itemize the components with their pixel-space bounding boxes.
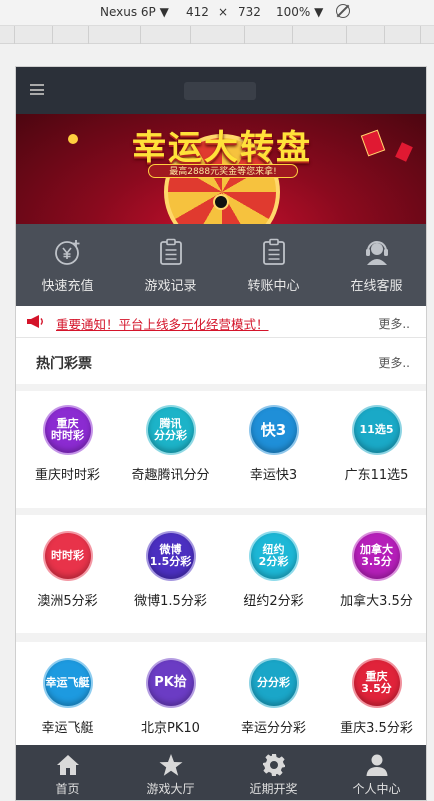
quicknav-label: 转账中心 — [247, 279, 300, 294]
app-header — [16, 67, 426, 114]
lottery-label: 重庆时时彩 — [34, 468, 100, 483]
hot-more-link[interactable]: 更多.. — [378, 354, 410, 371]
lottery-label: 广东11选5 — [344, 468, 409, 483]
lottery-logo-icon: 重庆 3.5分 — [351, 658, 402, 708]
lottery-logo-icon: 幸运飞艇 — [42, 658, 93, 708]
lottery-logo-icon: 腾讯 分分彩 — [145, 405, 196, 455]
lottery-row: 幸运飞艇 幸运飞艇 PK拾 北京PK10 分分彩 幸运分分彩 重庆 3.5分 重… — [16, 642, 426, 745]
tab-label: 个人中心 — [352, 782, 401, 796]
headset-icon — [365, 241, 388, 265]
lottery-tile[interactable]: 快3 幸运快3 — [222, 405, 325, 508]
lottery-logo-icon: 时时彩 — [42, 531, 93, 581]
lottery-label: 加拿大3.5分 — [340, 594, 413, 609]
zoom-select[interactable]: 100% ▼ — [276, 5, 323, 19]
hamburger-menu-icon[interactable] — [30, 84, 44, 95]
lottery-tile[interactable]: 时时彩 澳洲5分彩 — [16, 531, 119, 633]
lottery-tile[interactable]: PK拾 北京PK10 — [119, 658, 222, 745]
device-select[interactable]: Nexus 6P ▼ — [100, 5, 169, 19]
banner-title: 幸运大转盘 — [132, 128, 312, 168]
width-field[interactable]: 412 — [186, 5, 209, 19]
lottery-tile[interactable]: 纽约 2分彩 纽约2分彩 — [222, 531, 325, 633]
tab-label: 游戏大厅 — [146, 782, 195, 796]
quicknav-label: 游戏记录 — [144, 279, 197, 294]
lottery-logo-icon: PK拾 — [145, 658, 196, 708]
quick-nav: 快速充值 游戏记录 转账中心 在线客服 — [16, 224, 426, 306]
lottery-label: 重庆3.5分彩 — [340, 721, 413, 736]
lottery-logo-icon: 纽约 2分彩 — [248, 531, 299, 581]
bottom-tab-bar: 首页 游戏大厅 近期开奖 个人中心 — [16, 745, 426, 800]
lottery-row: 时时彩 澳洲5分彩 微博 1.5分彩 微博1.5分彩 纽约 2分彩 纽约2分彩 … — [16, 515, 426, 633]
lottery-label: 奇趣腾讯分分 — [131, 468, 210, 483]
mobile-viewport: 幸运大转盘 最高2888元奖金等您来拿! 快速充值 游戏记录 转账中心 在线客服… — [15, 66, 427, 801]
lottery-tile[interactable]: 腾讯 分分彩 奇趣腾讯分分 — [119, 405, 222, 508]
quicknav-label: 在线客服 — [350, 279, 403, 294]
lottery-tile[interactable]: 重庆 3.5分 重庆3.5分彩 — [325, 658, 426, 745]
promo-banner[interactable]: 幸运大转盘 最高2888元奖金等您来拿! — [16, 114, 426, 224]
lottery-logo-icon: 快3 — [248, 405, 299, 455]
lottery-logo-icon: 分分彩 — [248, 658, 299, 708]
lottery-row: 重庆 时时彩 重庆时时彩 腾讯 分分彩 奇趣腾讯分分 快3 幸运快3 11选5 … — [16, 391, 426, 508]
user-icon — [366, 754, 387, 776]
tab-label: 首页 — [55, 782, 80, 796]
notice-more-link[interactable]: 更多.. — [378, 315, 410, 332]
lottery-logo-icon: 微博 1.5分彩 — [145, 531, 196, 581]
banner-subtitle: 最高2888元奖金等您来拿! — [148, 164, 298, 178]
hot-lottery-header: 热门彩票 更多.. — [16, 338, 426, 384]
home-icon — [56, 755, 79, 775]
tab-game-hall[interactable]: 游戏大厅 — [119, 745, 222, 800]
lottery-label: 幸运分分彩 — [240, 721, 306, 736]
section-title: 热门彩票 — [36, 356, 92, 372]
lottery-tile[interactable]: 重庆 时时彩 重庆时时彩 — [16, 405, 119, 508]
lottery-logo-icon: 11选5 — [351, 405, 402, 455]
notice-link[interactable]: 重要通知！平台上线多元化经营模式！ — [56, 314, 269, 333]
lottery-label: 幸运飞艇 — [41, 721, 94, 736]
lottery-label: 幸运快3 — [249, 468, 298, 483]
media-query-ruler — [0, 26, 434, 44]
lottery-logo-icon: 重庆 时时彩 — [42, 405, 93, 455]
lottery-label: 澳洲5分彩 — [37, 594, 98, 609]
gear-icon — [262, 754, 285, 776]
quicknav-recharge[interactable]: 快速充值 — [16, 224, 119, 306]
site-logo — [184, 82, 256, 100]
wheel-center — [213, 194, 229, 210]
tab-label: 近期开奖 — [249, 782, 298, 796]
lottery-tile[interactable]: 幸运飞艇 幸运飞艇 — [16, 658, 119, 745]
quicknav-game-records[interactable]: 游戏记录 — [119, 224, 222, 306]
lottery-tile[interactable]: 分分彩 幸运分分彩 — [222, 658, 325, 745]
dimension-separator: × — [218, 5, 229, 19]
notice-bar: 重要通知！平台上线多元化经营模式！ 更多.. — [16, 306, 426, 338]
lottery-tile[interactable]: 微博 1.5分彩 微博1.5分彩 — [119, 531, 222, 633]
tab-personal-center[interactable]: 个人中心 — [325, 745, 426, 800]
quicknav-label: 快速充值 — [41, 279, 94, 294]
lottery-logo-icon: 加拿大 3.5分 — [351, 531, 402, 581]
lottery-label: 北京PK10 — [141, 721, 200, 736]
lottery-tile[interactable]: 11选5 广东11选5 — [325, 405, 426, 508]
lottery-label: 微博1.5分彩 — [134, 594, 207, 609]
clipboard-icon — [159, 238, 182, 265]
tab-recent-draws[interactable]: 近期开奖 — [222, 745, 325, 800]
devtools-toolbar: Nexus 6P ▼ 412 × 732 100% ▼ — [0, 0, 434, 26]
lottery-label: 纽约2分彩 — [243, 594, 304, 609]
quicknav-transfer-center[interactable]: 转账中心 — [222, 224, 325, 306]
height-field[interactable]: 732 — [238, 5, 261, 19]
lottery-tile[interactable]: 加拿大 3.5分 加拿大3.5分 — [325, 531, 426, 633]
quicknav-online-support[interactable]: 在线客服 — [325, 224, 426, 306]
tab-home[interactable]: 首页 — [16, 745, 119, 800]
rotate-icon[interactable] — [336, 4, 350, 18]
clipboard-icon — [262, 238, 285, 265]
star-icon — [159, 754, 182, 776]
megaphone-icon — [27, 315, 43, 328]
yen-plus-icon — [54, 240, 79, 265]
